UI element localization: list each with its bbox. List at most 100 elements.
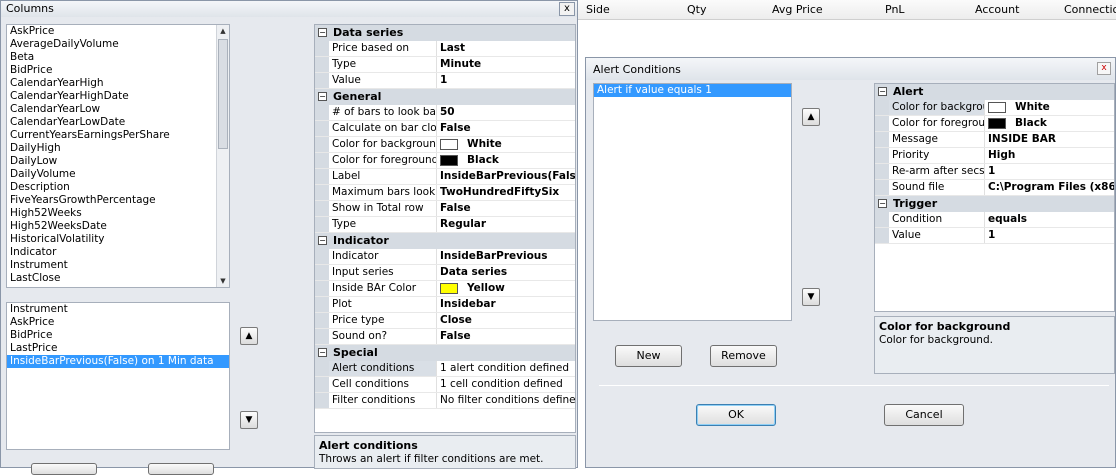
property-value[interactable]: Minute xyxy=(437,57,575,72)
cancel-button[interactable]: Cancel xyxy=(884,404,964,426)
property-row[interactable]: Alert conditions 1 alert condition define… xyxy=(315,361,575,377)
list-item[interactable]: Indicator xyxy=(7,246,229,259)
property-value[interactable]: Close xyxy=(437,313,575,328)
available-columns-scrollbar[interactable]: ▲ ▼ xyxy=(216,25,229,287)
new-condition-button[interactable]: New xyxy=(615,345,682,367)
scroll-down-icon[interactable]: ▼ xyxy=(218,276,228,286)
property-row[interactable]: Sound on? False xyxy=(315,329,575,345)
property-row[interactable]: Maximum bars look backTwoHundredFiftySix xyxy=(315,185,575,201)
header-qty[interactable]: Qty xyxy=(687,3,706,16)
property-row[interactable]: Color for foreground Black xyxy=(315,153,575,169)
property-row[interactable]: Priority High xyxy=(875,148,1114,164)
list-item[interactable]: High52WeeksDate xyxy=(7,220,229,233)
property-value[interactable]: Regular xyxy=(437,217,575,232)
list-item[interactable]: DailyLow xyxy=(7,155,229,168)
property-row[interactable]: Calculate on bar close False xyxy=(315,121,575,137)
property-value[interactable]: False xyxy=(437,121,575,136)
list-item[interactable]: Instrument xyxy=(7,259,229,272)
list-item[interactable]: BidPrice xyxy=(7,329,229,342)
property-category[interactable]: − Indicator xyxy=(315,233,575,249)
alert-properties-grid[interactable]: −AlertColor for backgroundWhiteColor for… xyxy=(874,83,1115,312)
list-item[interactable]: CalendarYearHighDate xyxy=(7,90,229,103)
property-value[interactable]: White xyxy=(437,137,575,152)
property-category[interactable]: − Data series xyxy=(315,25,575,41)
list-item[interactable]: BidPrice xyxy=(7,64,229,77)
list-item[interactable]: AskPrice xyxy=(7,25,229,38)
list-item[interactable]: LastPrice xyxy=(7,342,229,355)
property-category[interactable]: − Alert xyxy=(875,84,1114,100)
collapse-icon[interactable]: − xyxy=(878,87,887,96)
property-value[interactable]: equals xyxy=(985,212,1114,227)
property-value[interactable]: C:\Program Files (x86)\NinjaTrader 7\sou… xyxy=(985,180,1114,195)
property-row[interactable]: Price type Close xyxy=(315,313,575,329)
property-row[interactable]: Indicator InsideBarPrevious xyxy=(315,249,575,265)
property-value[interactable]: False xyxy=(437,201,575,216)
property-value[interactable]: Insidebar xyxy=(437,297,575,312)
property-value[interactable]: Data series xyxy=(437,265,575,280)
columns-title-bar[interactable]: Columns x xyxy=(1,1,577,17)
list-item[interactable]: AverageDailyVolume xyxy=(7,38,229,51)
list-item[interactable]: Description xyxy=(7,181,229,194)
property-value[interactable]: Yellow xyxy=(437,281,575,296)
property-row[interactable]: Condition equals xyxy=(875,212,1114,228)
list-item[interactable]: HistoricalVolatility xyxy=(7,233,229,246)
alert-conditions-list[interactable]: Alert if value equals 1 xyxy=(593,83,792,321)
property-row[interactable]: Sound fileC:\Program Files (x86)\NinjaTr… xyxy=(875,180,1114,196)
list-item[interactable]: AskPrice xyxy=(7,316,229,329)
remove-condition-button[interactable]: Remove xyxy=(710,345,777,367)
collapse-icon[interactable]: − xyxy=(318,92,327,101)
property-value[interactable]: False xyxy=(437,329,575,344)
property-row[interactable]: Type Minute xyxy=(315,57,575,73)
property-row[interactable]: Value 1 xyxy=(875,228,1114,244)
property-row[interactable]: Label InsideBarPrevious(False) xyxy=(315,169,575,185)
property-row[interactable]: Color for foreground Black xyxy=(875,116,1114,132)
list-item[interactable]: FiveYearsGrowthPercentage xyxy=(7,194,229,207)
property-row[interactable]: Value 1 xyxy=(315,73,575,89)
property-row[interactable]: Message INSIDE BAR xyxy=(875,132,1114,148)
move-down-button[interactable]: ▼ xyxy=(240,411,258,429)
list-item[interactable]: Alert if value equals 1 xyxy=(594,84,791,97)
property-row[interactable]: Price based on Last xyxy=(315,41,575,57)
close-icon[interactable]: x xyxy=(1097,62,1111,75)
add-column-button[interactable] xyxy=(31,463,97,475)
list-item[interactable]: CurrentYearsEarningsPerShare xyxy=(7,129,229,142)
scroll-up-icon[interactable]: ▲ xyxy=(218,26,228,36)
property-value[interactable]: 1 cell condition defined xyxy=(437,377,575,392)
list-item[interactable]: InsideBarPrevious(False) on 1 Min data xyxy=(7,355,229,368)
list-item[interactable]: CalendarYearLowDate xyxy=(7,116,229,129)
property-value[interactable]: High xyxy=(985,148,1114,163)
property-value[interactable]: 1 alert condition defined xyxy=(437,361,575,376)
property-value[interactable]: Black xyxy=(437,153,575,168)
property-category[interactable]: − Special xyxy=(315,345,575,361)
property-value[interactable]: Last xyxy=(437,41,575,56)
condition-move-up-button[interactable]: ▲ xyxy=(802,108,820,126)
list-item[interactable]: Instrument xyxy=(7,303,229,316)
list-item[interactable]: High52Weeks xyxy=(7,207,229,220)
property-value[interactable]: 1 xyxy=(985,228,1114,243)
collapse-icon[interactable]: − xyxy=(318,348,327,357)
list-item[interactable]: CalendarYearLow xyxy=(7,103,229,116)
list-item[interactable]: DailyHigh xyxy=(7,142,229,155)
collapse-icon[interactable]: − xyxy=(878,199,887,208)
list-item[interactable]: DailyVolume xyxy=(7,168,229,181)
header-connection[interactable]: Connection xyxy=(1064,3,1116,16)
property-row[interactable]: Color for background White xyxy=(315,137,575,153)
property-category[interactable]: − General xyxy=(315,89,575,105)
property-value[interactable]: 50 xyxy=(437,105,575,120)
property-row[interactable]: Color for background White xyxy=(875,100,1114,116)
property-row[interactable]: Filter conditions No filter conditions de… xyxy=(315,393,575,409)
header-pnl[interactable]: PnL xyxy=(885,3,905,16)
column-properties-grid[interactable]: − Data series Price based on Last Type Minute… xyxy=(314,24,576,433)
property-value[interactable]: Black xyxy=(985,116,1114,131)
property-row[interactable]: Show in Total row False xyxy=(315,201,575,217)
remove-column-button[interactable] xyxy=(148,463,214,475)
property-value[interactable]: 1 xyxy=(985,164,1114,179)
ok-button[interactable]: OK xyxy=(696,404,776,426)
list-item[interactable]: CalendarYearHigh xyxy=(7,77,229,90)
header-side[interactable]: Side xyxy=(586,3,610,16)
property-row[interactable]: Cell conditions 1 cell condition defined xyxy=(315,377,575,393)
property-row[interactable]: Inside BAr Color Yellow xyxy=(315,281,575,297)
collapse-icon[interactable]: − xyxy=(318,236,327,245)
property-value[interactable]: INSIDE BAR xyxy=(985,132,1114,147)
property-row[interactable]: Input series Data series xyxy=(315,265,575,281)
